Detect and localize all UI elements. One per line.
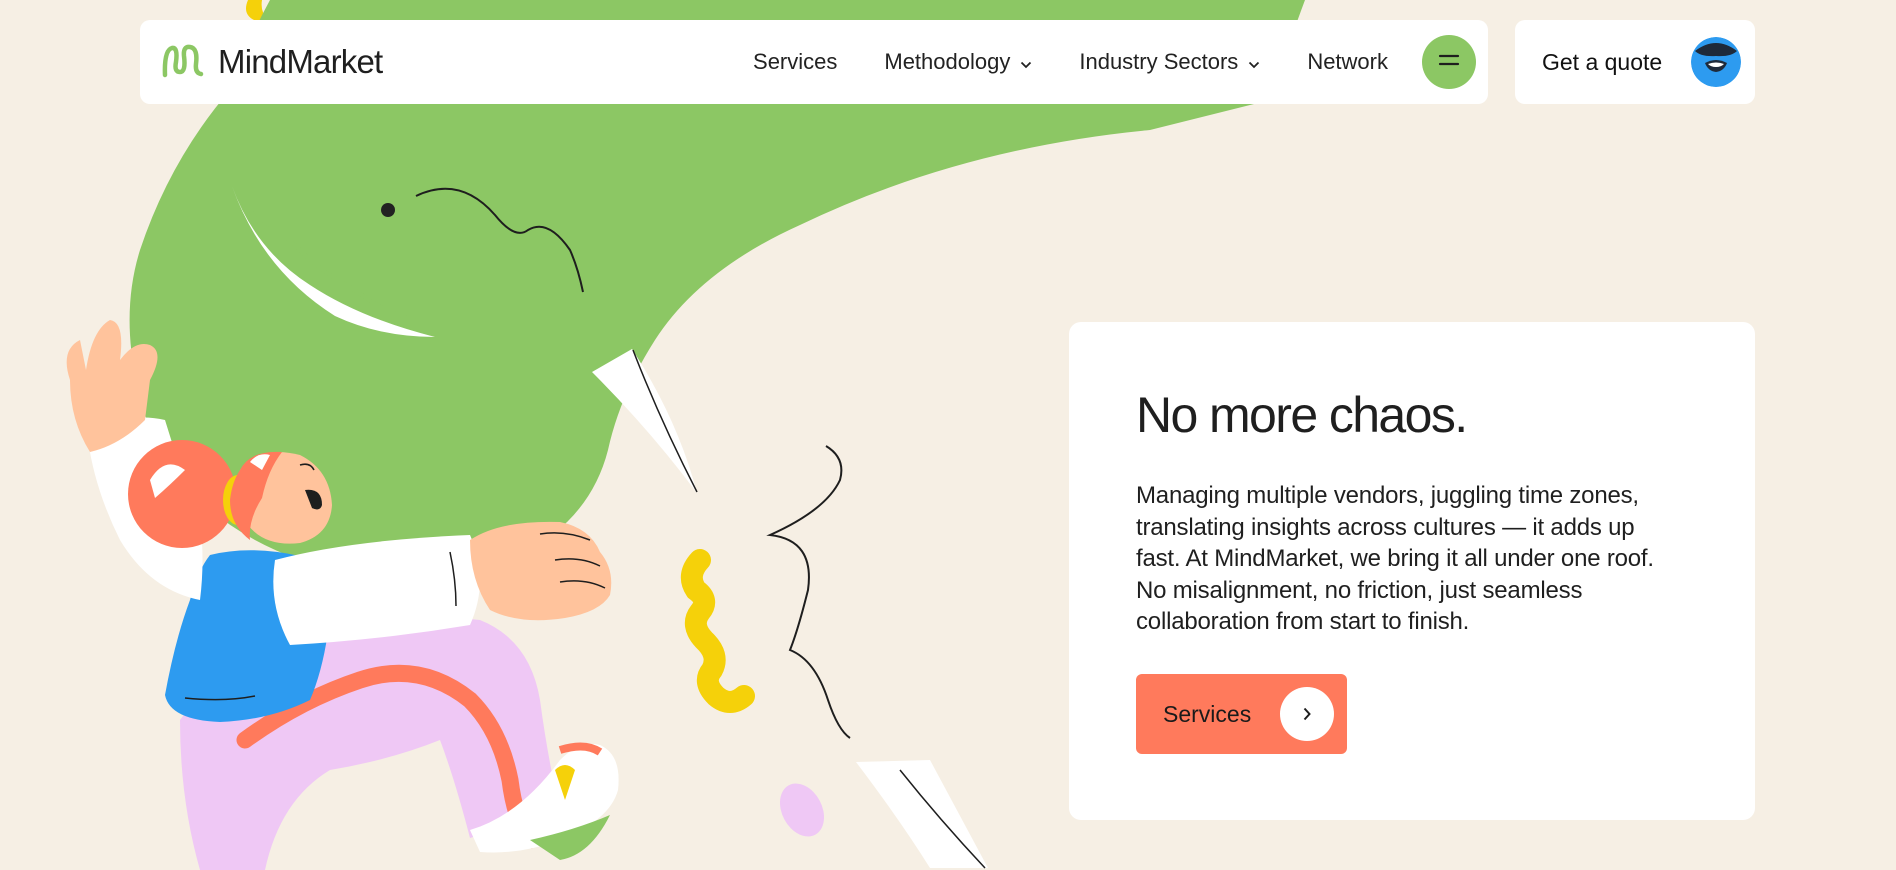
brand-name: MindMarket: [218, 43, 383, 80]
nav-item-label: Services: [753, 49, 838, 74]
chevron-right-icon: [1280, 687, 1334, 741]
monster-eye: [381, 203, 395, 217]
hero-body: Managing multiple vendors, juggling time…: [1136, 482, 1654, 635]
services-cta-label: Services: [1163, 701, 1252, 727]
hero-card: No more chaos. Managing multiple vendors…: [1069, 322, 1755, 820]
nav-item-network[interactable]: Network: [1307, 49, 1388, 75]
nav-item-label: Industry Sectors: [1079, 49, 1239, 74]
brand-logo[interactable]: MindMarket: [162, 41, 383, 83]
nav-item-methodology[interactable]: Methodology: [884, 49, 1032, 75]
menu-button[interactable]: [1422, 35, 1476, 89]
avatar-icon: [1691, 37, 1741, 87]
quote-label: Get a quote: [1542, 49, 1663, 75]
nav-links: Services Methodology Industry Sectors Ne…: [753, 20, 1388, 104]
squiggle-logo-icon: [162, 42, 206, 83]
services-cta-button[interactable]: Services: [1136, 674, 1347, 754]
nav-item-industry-sectors[interactable]: Industry Sectors: [1079, 49, 1260, 75]
hero-title: No more chaos.: [1136, 387, 1468, 443]
nav-item-label: Network: [1307, 49, 1388, 74]
chevron-down-icon: [1020, 49, 1032, 75]
get-a-quote-button[interactable]: Get a quote: [1515, 20, 1755, 104]
chevron-down-icon: [1248, 49, 1260, 75]
nav-item-services[interactable]: Services: [753, 49, 837, 75]
nav-item-label: Methodology: [884, 49, 1011, 74]
main-navigation: MindMarket Services Methodology Industry…: [140, 20, 1488, 104]
menu-icon: [1438, 53, 1460, 72]
